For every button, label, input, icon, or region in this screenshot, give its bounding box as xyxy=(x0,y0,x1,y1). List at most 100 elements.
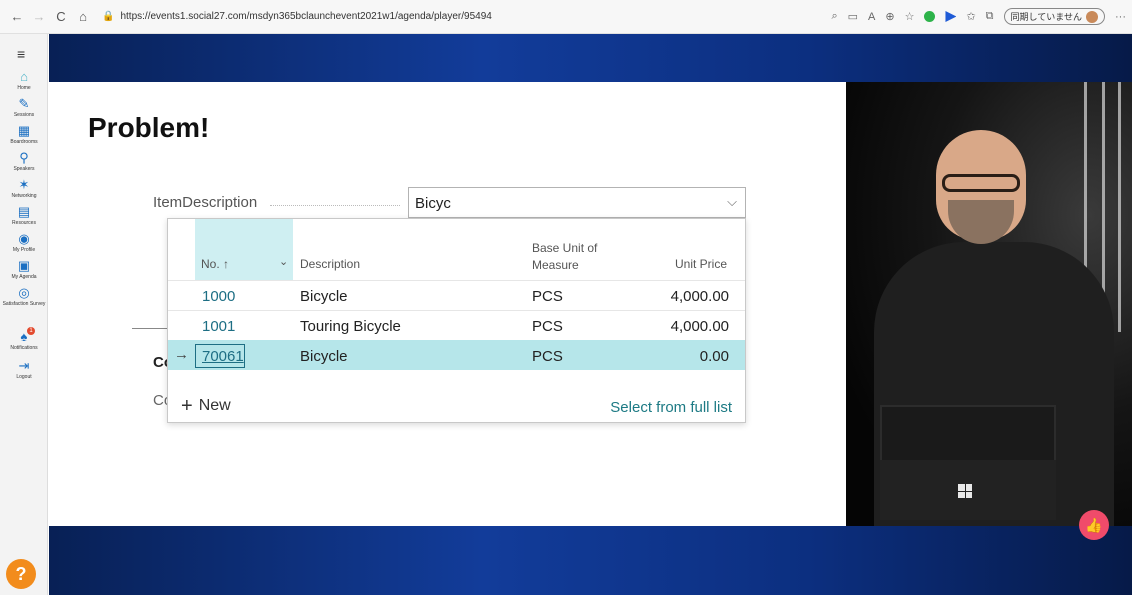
arrow-right-icon: → xyxy=(174,346,189,363)
plus-icon: + xyxy=(181,395,193,417)
browser-menu-button[interactable]: ··· xyxy=(1115,11,1126,23)
sidebar-item-resources[interactable]: ▤ Resources xyxy=(0,204,48,227)
column-header-unit[interactable]: Base Unit of Measure xyxy=(532,240,642,274)
extension-blue-icon[interactable] xyxy=(945,11,957,22)
sidebar-item-label: My Profile xyxy=(12,247,36,253)
lookup-header: No. ↑ ⌄ Description Base Unit of Measure… xyxy=(168,219,745,280)
sidebar-item-boardrooms[interactable]: ▦ Boardrooms xyxy=(0,123,48,146)
new-button-label: New xyxy=(198,397,231,414)
item-no[interactable]: 70061 xyxy=(202,348,244,365)
item-description-value: Bicyc xyxy=(415,195,451,212)
slide-title: Problem! xyxy=(88,112,210,143)
profile-sync-label: 同期していません xyxy=(1010,12,1082,22)
forward-button[interactable]: → xyxy=(28,9,50,24)
sidebar-item-label: Networking xyxy=(11,193,37,199)
sidebar-item-label: Notifications xyxy=(10,345,38,351)
hamburger-menu-icon[interactable]: ≡ xyxy=(17,46,25,62)
notification-badge: 1 xyxy=(27,327,35,335)
survey-icon: ◎ xyxy=(18,285,30,300)
favorite-add-icon[interactable]: ☆ xyxy=(905,10,915,23)
back-button[interactable]: ← xyxy=(6,9,28,24)
item-unit: PCS xyxy=(532,348,563,365)
player-banner-top xyxy=(49,34,1132,82)
item-description: Touring Bicycle xyxy=(300,318,401,335)
item-description: Bicycle xyxy=(300,288,348,305)
like-icon[interactable]: 👍 xyxy=(1079,510,1109,540)
sidebar-item-logout[interactable]: ⇥ Logout xyxy=(0,358,48,381)
player-banner-bottom xyxy=(49,526,1132,595)
item-no[interactable]: 1000 xyxy=(202,288,235,305)
sidebar-item-speakers[interactable]: ⚲ Speakers xyxy=(0,150,48,173)
boardrooms-icon: ▦ xyxy=(17,123,31,138)
item-price: 4,000.00 xyxy=(670,288,729,305)
help-button[interactable]: ? xyxy=(6,559,36,589)
logout-icon: ⇥ xyxy=(18,358,30,373)
divider xyxy=(132,328,168,329)
refresh-button[interactable]: C xyxy=(50,9,72,24)
sidebar-item-label: Sessions xyxy=(13,112,35,118)
select-full-list-link[interactable]: Select from full list xyxy=(610,399,732,416)
home-icon: ⌂ xyxy=(20,69,28,84)
home-button[interactable]: ⌂ xyxy=(72,9,94,24)
sidebar-item-label: Satisfaction Survey xyxy=(2,301,46,307)
sidebar-item-my-profile[interactable]: ◉ My Profile xyxy=(0,231,48,254)
lock-icon: 🔒 xyxy=(102,11,115,22)
column-header-price[interactable]: Unit Price xyxy=(675,257,727,271)
chevron-down-icon[interactable]: ⌄ xyxy=(279,255,288,268)
extension-green-icon[interactable] xyxy=(924,11,936,22)
zoom-icon[interactable]: ⊕ xyxy=(885,10,894,23)
address-bar[interactable]: 🔒 https://events1.social27.com/msdyn365b… xyxy=(102,11,831,22)
sidebar-item-label: Resources xyxy=(12,220,36,226)
session-player: Problem! ItemDescription Bicyc ⌵ Co Co N… xyxy=(49,34,1132,595)
item-unit: PCS xyxy=(532,318,563,335)
lookup-footer: + New Select from full list xyxy=(168,395,745,423)
sidebar-item-my-agenda[interactable]: ▣ My Agenda xyxy=(0,258,48,281)
sidebar-item-satisfaction-survey[interactable]: ◎ Satisfaction Survey xyxy=(0,285,48,308)
item-description-label: ItemDescription xyxy=(153,194,258,211)
table-row[interactable]: 1000 Bicycle PCS 4,000.00 xyxy=(168,280,745,310)
sidebar-item-networking[interactable]: ✶ Networking xyxy=(0,177,48,200)
table-row[interactable]: 1001 Touring Bicycle PCS 4,000.00 xyxy=(168,310,745,340)
favorites-icon[interactable]: ✩ xyxy=(966,10,975,23)
sidebar-item-notifications[interactable]: ♠ 1 Notifications xyxy=(0,327,48,351)
read-aloud-icon[interactable]: A xyxy=(868,11,875,23)
item-description: Bicycle xyxy=(300,348,348,365)
background-light xyxy=(1118,82,1121,332)
collections-icon[interactable]: ⧉ xyxy=(986,10,994,23)
sidebar-item-label: Logout xyxy=(16,374,32,380)
reader-icon[interactable]: ▭ xyxy=(848,10,858,23)
sidebar-item-sessions[interactable]: ✎ Sessions xyxy=(0,96,48,119)
avatar xyxy=(1086,10,1098,23)
sidebar-item-home[interactable]: ⌂ Home xyxy=(0,69,48,92)
item-description-input[interactable]: Bicyc ⌵ xyxy=(408,187,746,218)
sessions-icon: ✎ xyxy=(18,96,30,111)
bell-icon: ♠ xyxy=(20,329,28,344)
browser-extensions: ⌕ ▭ A ⊕ ☆ ✩ ⧉ 同期していません ··· xyxy=(831,8,1126,25)
field-dot-leader xyxy=(270,205,400,206)
speaker-glasses xyxy=(942,174,1020,192)
sidebar-item-label: Speakers xyxy=(13,166,35,172)
speaker-video[interactable] xyxy=(846,82,1132,526)
calendar-icon: ▣ xyxy=(17,258,31,273)
item-lookup-dropdown: No. ↑ ⌄ Description Base Unit of Measure… xyxy=(167,218,746,423)
item-price: 0.00 xyxy=(699,348,729,365)
speakers-icon: ⚲ xyxy=(19,150,29,165)
column-header-description[interactable]: Description xyxy=(300,257,360,271)
sidebar-item-label: Boardrooms xyxy=(10,139,38,145)
address-url[interactable]: https://events1.social27.com/msdyn365bcl… xyxy=(120,11,491,22)
table-row-selected[interactable]: → 70061 Bicycle PCS 0.00 xyxy=(168,340,745,370)
item-no[interactable]: 1001 xyxy=(202,318,235,335)
search-icon[interactable]: ⌕ xyxy=(831,10,837,23)
item-price: 4,000.00 xyxy=(670,318,729,335)
sidebar-item-label: Home xyxy=(17,85,31,91)
event-sidebar: ≡ ⌂ Home ✎ Sessions ▦ Boardrooms ⚲ Speak… xyxy=(0,34,48,595)
new-button[interactable]: + New xyxy=(181,395,231,417)
column-header-no[interactable]: No. ↑ xyxy=(201,257,229,271)
sidebar-item-label: My Agenda xyxy=(11,274,37,280)
chevron-down-icon[interactable]: ⌵ xyxy=(727,194,737,210)
networking-icon: ✶ xyxy=(18,177,30,192)
profile-button[interactable]: 同期していません xyxy=(1003,8,1105,25)
profile-icon: ◉ xyxy=(18,231,30,246)
presentation-slide: Problem! ItemDescription Bicyc ⌵ Co Co N… xyxy=(49,82,846,526)
resources-icon: ▤ xyxy=(17,204,31,219)
